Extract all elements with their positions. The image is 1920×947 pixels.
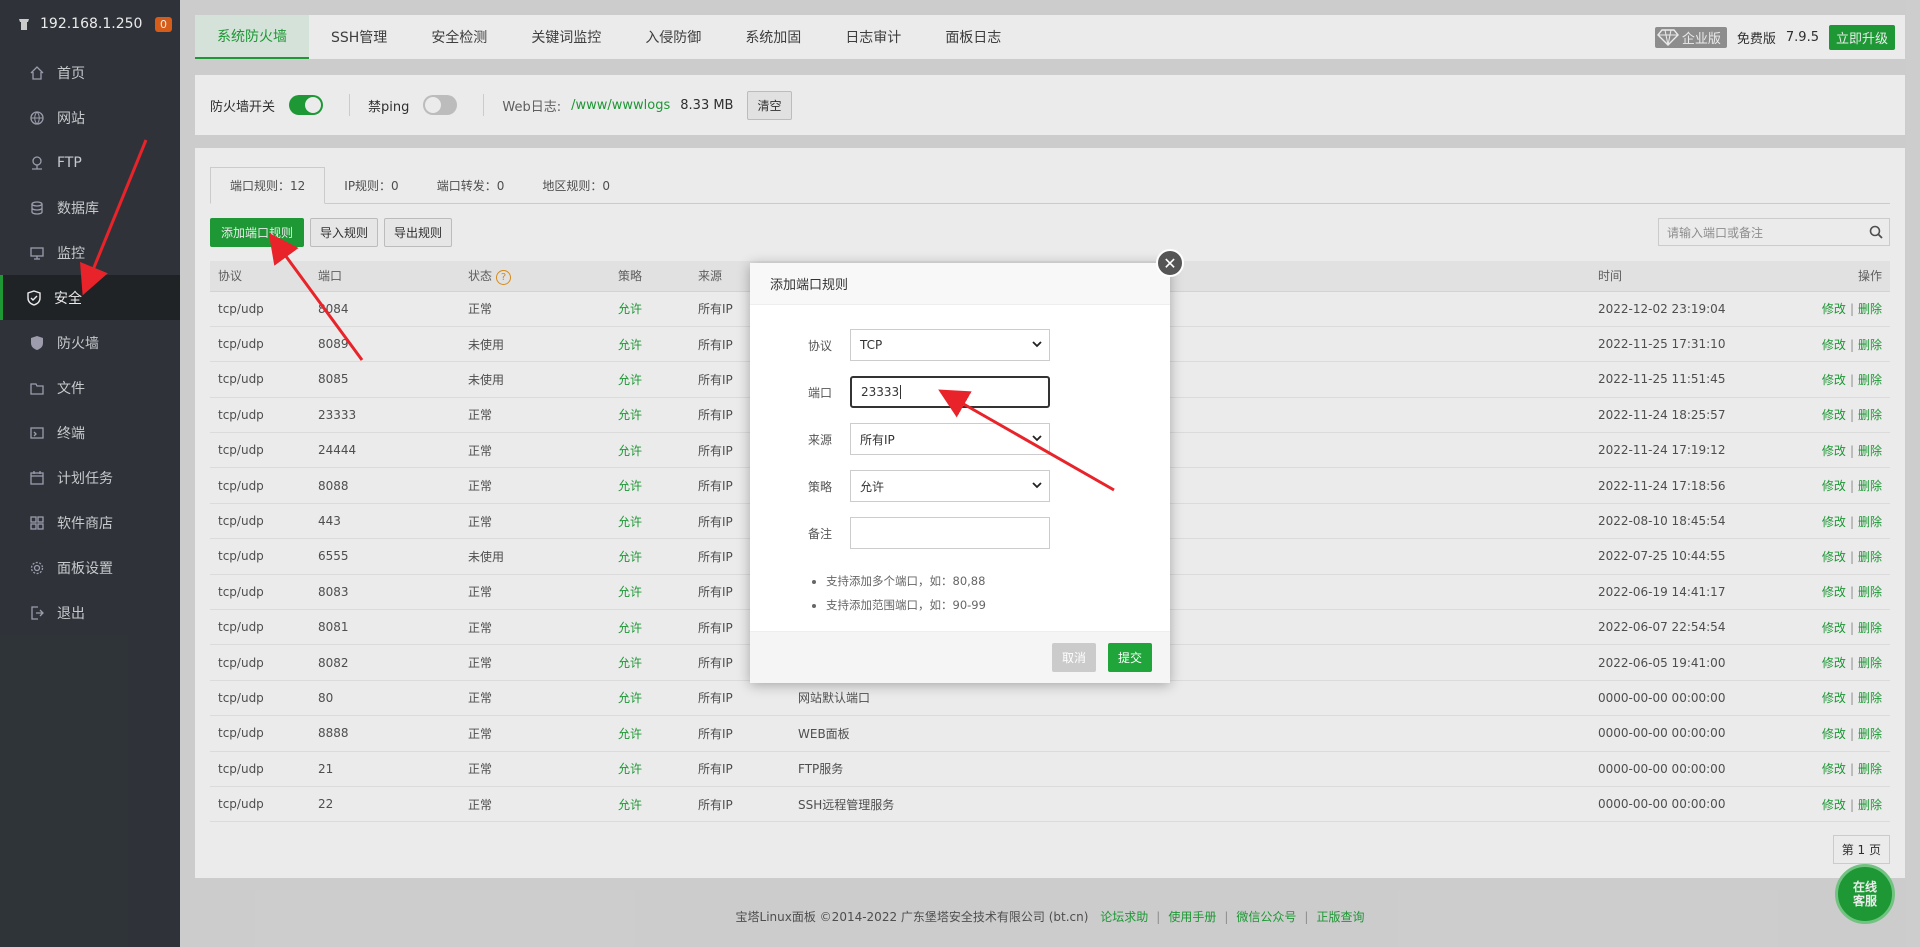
dialog-tips: 支持添加多个端口，如：80,88 支持添加范围端口，如：90-99 [826, 569, 986, 617]
chevron-down-icon [1032, 435, 1042, 442]
chevron-down-icon [1032, 482, 1042, 489]
policy-value: 允许 [860, 479, 885, 494]
policy-select[interactable]: 允许 [850, 470, 1050, 502]
port-label: 端口 [807, 385, 832, 400]
port-value: 23333 [861, 385, 900, 399]
protocol-label: 协议 [807, 338, 832, 353]
cancel-button[interactable]: 取消 [1051, 643, 1096, 672]
dialog-title: 添加端口规则 [750, 263, 1170, 305]
port-input[interactable]: 23333 [850, 376, 1050, 408]
policy-label: 策略 [807, 479, 832, 494]
protocol-value: TCP [860, 338, 883, 352]
source-label: 来源 [807, 432, 832, 447]
add-port-rule-dialog: 添加端口规则 ✕ 协议 TCP 端口 23333 来源 所有IP 策略 允许 备… [750, 249, 1184, 683]
close-icon[interactable]: ✕ [1156, 249, 1184, 277]
note-label: 备注 [807, 526, 832, 541]
note-input[interactable] [850, 517, 1050, 549]
chevron-down-icon [1032, 341, 1042, 348]
source-select[interactable]: 所有IP [850, 423, 1050, 455]
dialog-footer: 取消 提交 [750, 631, 1170, 683]
tip-item: 支持添加范围端口，如：90-99 [826, 593, 986, 617]
tip-item: 支持添加多个端口，如：80,88 [826, 569, 986, 593]
protocol-select[interactable]: TCP [850, 329, 1050, 361]
source-value: 所有IP [860, 432, 895, 447]
submit-button[interactable]: 提交 [1107, 643, 1152, 672]
